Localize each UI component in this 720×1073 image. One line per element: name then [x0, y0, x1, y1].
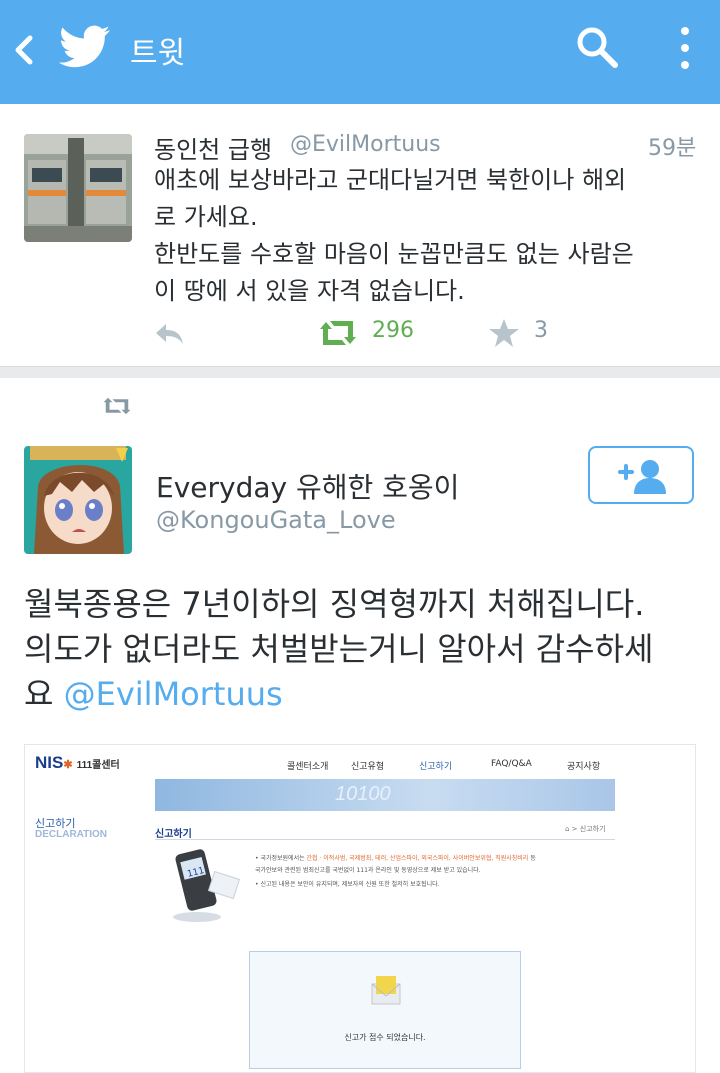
- attached-image[interactable]: NIS✱ 111콜센터 콜센터소개 신고유형 신고하기 FAQ/Q&A 공지사항 …: [24, 744, 696, 1073]
- parent-tweet[interactable]: 동인천 급행 @EvilMortuus 59분 애초에 보상바라고 군대다닐거면…: [0, 104, 720, 366]
- info-text-highlight: 간첩 · 이적사범, 국제범죄, 테러, 산업스파이, 외국스파이, 사이버안보…: [306, 855, 529, 862]
- nis-logo-text: NIS: [35, 753, 64, 772]
- follow-button[interactable]: [588, 446, 694, 504]
- info-line: • 국가정보원에서는 간첩 · 이적사범, 국제범죄, 테러, 산업스파이, 외…: [255, 853, 536, 862]
- tweet-author-handle[interactable]: @EvilMortuus: [290, 132, 441, 157]
- reply-icon[interactable]: [152, 316, 186, 350]
- tweet-text-line: 한반도를 수호할 마음이 눈꼽만큼도 없는 사람은: [154, 240, 634, 268]
- tweet-timestamp: 59분: [648, 136, 697, 161]
- follow-person-icon: [618, 460, 666, 494]
- logo-star-icon: ✱: [63, 759, 73, 771]
- info-line: 국가안보와 관련된 범죄신고를 국번없이 111과 온라인 및 동영상으로 제보…: [255, 867, 481, 874]
- back-icon[interactable]: [10, 30, 40, 70]
- info-line-highlight: • 신고된 내용은 보안이 유지되며, 제보자의 신원 또한 철저히 보호됩니다…: [255, 881, 440, 888]
- banner-image: 10100: [155, 779, 615, 811]
- tweet-author-name[interactable]: Everyday 유해한 호옹이: [156, 466, 459, 506]
- main-tweet: Everyday 유해한 호옹이 @KongouGata_Love 월북종용은 …: [0, 378, 720, 1073]
- phone-111-illustration: 111: [173, 849, 241, 922]
- envelope-icon: [371, 976, 401, 1005]
- confirmation-message: 신고가 접수 되었습니다.: [344, 1033, 426, 1042]
- overflow-menu-icon[interactable]: [672, 24, 698, 72]
- retweet-icon[interactable]: [318, 316, 358, 350]
- tweet-text-line: 요: [24, 675, 64, 713]
- info-text: • 국가정보원에서는: [255, 855, 307, 862]
- tweet-text: 애초에 보상바라고 군대다닐거면 북한이나 해외 로 가세요. 한반도를 수호할…: [154, 162, 704, 310]
- tweet-author-handle[interactable]: @KongouGata_Love: [156, 506, 396, 534]
- tweet-text-line-mention: 요 @EvilMortuus: [24, 672, 704, 717]
- top-app-bar: 트윗: [0, 0, 720, 104]
- tweet-text-line: 로 가세요.: [154, 203, 258, 231]
- confirmation-box: 신고가 접수 되었습니다.: [249, 951, 521, 1069]
- tweet-text-line: 의도가 없더라도 처벌받는거니 알아서 감수하세: [24, 630, 654, 668]
- nav-item-active: 신고하기: [419, 762, 453, 772]
- nav-item: FAQ/Q&A: [491, 759, 532, 769]
- tweet-text-line: 월북종용은 7년이하의 징역형까지 처해집니다.: [24, 585, 645, 623]
- header-title: 트윗: [130, 36, 186, 71]
- nav-item: 신고유형: [351, 762, 385, 772]
- banner-code: 10100: [335, 783, 391, 805]
- user-avatar-anime[interactable]: [24, 446, 132, 554]
- retweet-count: 296: [372, 318, 414, 343]
- info-text: 등: [528, 855, 536, 862]
- nav-item: 공지사항: [567, 762, 601, 772]
- mention-link[interactable]: @EvilMortuus: [64, 675, 283, 713]
- section-rule: [155, 839, 615, 840]
- user-avatar-trains[interactable]: [24, 134, 132, 242]
- nis-logo-sub: 111콜센터: [76, 760, 120, 771]
- side-subtitle: DECLARATION: [35, 829, 108, 840]
- retweeted-indicator-icon: [103, 397, 131, 415]
- tweet-text: 월북종용은 7년이하의 징역형까지 처해집니다. 의도가 없더라도 처벌받는거니…: [24, 582, 704, 717]
- favorite-count: 3: [534, 318, 548, 343]
- favorite-star-icon[interactable]: [488, 316, 520, 350]
- search-icon[interactable]: [574, 24, 620, 70]
- section-title: 신고하기: [155, 829, 192, 840]
- breadcrumb: ⌂ > 신고하기: [565, 825, 606, 833]
- tweet-text-line: 애초에 보상바라고 군대다닐거면 북한이나 해외: [154, 166, 627, 194]
- tweet-author-name[interactable]: 동인천 급행: [154, 130, 272, 165]
- tweet-text-line: 이 땅에 서 있을 자격 없습니다.: [154, 277, 465, 305]
- nav-item: 콜센터소개: [287, 762, 329, 772]
- twitter-bird-icon: [58, 25, 110, 68]
- nis-logo: NIS✱ 111콜센터: [35, 753, 120, 773]
